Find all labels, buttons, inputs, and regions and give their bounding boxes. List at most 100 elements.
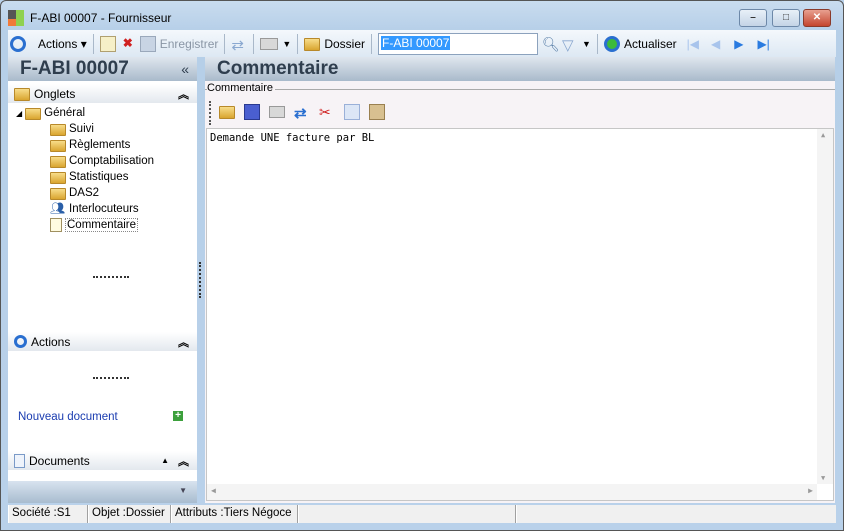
collapse-icon[interactable]: ︽ (178, 86, 189, 102)
record-title: F-ABI 00007 (20, 58, 129, 79)
print-icon[interactable] (269, 106, 285, 118)
up-icon[interactable]: ▲ (161, 456, 169, 465)
tree-label: Suivi (69, 123, 94, 135)
tree-label: Général (44, 107, 86, 119)
actions-header[interactable]: Actions ︽ (8, 332, 197, 351)
status-empty (298, 505, 516, 523)
record-header: F-ABI 00007 « (8, 57, 197, 81)
note-icon (50, 218, 62, 232)
tree-item-reglements[interactable]: Règlements (50, 137, 130, 153)
splitter-handle[interactable] (93, 377, 129, 380)
group-border (205, 89, 835, 90)
refresh-icon (603, 35, 620, 52)
filter-dropdown-icon[interactable]: ▼ (582, 39, 591, 49)
close-button[interactable]: ✕ (803, 9, 831, 27)
app-logo-icon (8, 10, 24, 26)
next-record-icon[interactable]: ▶ (734, 37, 743, 51)
tree-label: Commentaire (65, 218, 139, 232)
dropdown-icon[interactable]: ▼ (179, 486, 187, 495)
toolbar: Actions ▾ ✖ Enregistrer ⇄ ▼ Dossier F-AB… (8, 30, 836, 57)
separator (253, 33, 255, 54)
vertical-scrollbar[interactable]: ▼ ▲ (817, 129, 833, 484)
actions-label: Actions (38, 36, 78, 51)
last-record-icon[interactable]: ▶| (757, 37, 769, 51)
document-icon (14, 453, 25, 468)
search-input[interactable]: F-ABI 00007 (378, 32, 539, 55)
copy-icon[interactable] (344, 104, 360, 120)
left-panel: F-ABI 00007 « Onglets ︽ ◢ Général Suivi Règ… (8, 57, 197, 503)
folder-icon (50, 124, 66, 136)
tree-label: Interlocuteurs (69, 203, 139, 215)
print-dropdown-icon[interactable]: ▼ (282, 39, 291, 49)
tree-label: Règlements (69, 139, 131, 151)
vertical-splitter[interactable] (199, 262, 201, 298)
save-icon[interactable] (244, 104, 260, 120)
folder-icon (304, 38, 321, 51)
onglets-header[interactable]: Onglets ︽ (8, 84, 197, 103)
comment-textarea[interactable]: Demande UNE facture par BL ▼ ▲ ◀ ▶ (206, 128, 834, 501)
new-icon[interactable] (99, 35, 116, 52)
print-icon[interactable] (260, 37, 279, 50)
add-document-icon[interactable]: + (173, 411, 183, 421)
section-title: Commentaire (217, 58, 339, 79)
save-button[interactable]: Enregistrer (160, 37, 219, 51)
sync-icon[interactable]: ⇄ (294, 104, 310, 122)
search-icon[interactable]: 🔍︎ (542, 36, 560, 52)
comment-toolbar: ⇄ ✂ (219, 104, 385, 122)
horizontal-scrollbar[interactable]: ◀ ▶ (207, 484, 817, 500)
folder-icon (14, 88, 30, 101)
delete-icon[interactable]: ✖ (120, 36, 136, 52)
maximize-button[interactable]: □ (772, 9, 800, 27)
open-icon[interactable] (219, 106, 235, 119)
tree-item-statistiques[interactable]: Statistiques (50, 169, 128, 185)
sync-icon[interactable]: ⇄ (231, 36, 247, 54)
tree-item-general[interactable]: ◢ Général (16, 105, 85, 121)
splitter-handle[interactable] (93, 276, 129, 279)
collapse-panel-button[interactable]: « (181, 57, 189, 81)
folder-icon (50, 156, 66, 168)
folder-icon (50, 140, 66, 152)
group-label: Commentaire (207, 82, 276, 94)
refresh-button[interactable]: Actualiser (624, 37, 677, 51)
comment-text: Demande UNE facture par BL (210, 132, 375, 144)
previous-record-icon[interactable]: ◀ (711, 37, 720, 51)
new-document-link[interactable]: Nouveau document (18, 411, 118, 423)
collapse-icon[interactable]: ︽ (178, 334, 189, 350)
status-attributs: Attributs :Tiers Négoce (171, 505, 298, 523)
folder-icon (50, 172, 66, 184)
separator (92, 33, 94, 54)
actions-target-icon (10, 35, 26, 52)
actions-icon (14, 335, 27, 348)
title-bar: F-ABI 00007 - Fournisseur (8, 6, 828, 30)
documents-header[interactable]: Documents ▲ ︽ (8, 451, 197, 470)
tree-item-commentaire[interactable]: Commentaire (50, 217, 139, 233)
expand-icon[interactable]: ◢ (16, 109, 22, 118)
collapse-icon[interactable]: ︽ (178, 453, 189, 469)
paste-icon[interactable] (369, 104, 385, 120)
folder-icon (50, 188, 66, 200)
tree-item-suivi[interactable]: Suivi (50, 121, 94, 137)
documents-label: Documents (29, 453, 90, 468)
status-bar: Société :S1 Objet :Dossier Attributs :Ti… (8, 505, 836, 523)
tree-item-das2[interactable]: DAS2 (50, 185, 99, 201)
minimize-button[interactable]: – (739, 9, 767, 27)
toolbar-grip (209, 101, 211, 125)
tree-item-comptabilisation[interactable]: Comptabilisation (50, 153, 154, 169)
window-title: F-ABI 00007 - Fournisseur (30, 11, 172, 25)
status-empty (516, 505, 836, 523)
panel-footer: ▼ (8, 481, 197, 503)
separator (297, 33, 299, 54)
onglets-label: Onglets (34, 86, 76, 101)
status-objet: Objet :Dossier (88, 505, 171, 523)
search-value: F-ABI 00007 (381, 35, 451, 50)
separator (371, 33, 373, 54)
actions-menu[interactable]: Actions ▾ (38, 37, 87, 51)
actions-section-label: Actions (31, 334, 71, 349)
cut-icon[interactable]: ✂ (319, 104, 335, 120)
tree-label: Statistiques (69, 171, 129, 183)
tree-item-interlocuteurs[interactable]: 👥︎ Interlocuteurs (50, 201, 139, 217)
filter-icon[interactable]: ▽ (562, 36, 578, 54)
first-record-icon[interactable]: |◀ (687, 37, 699, 51)
dossier-button[interactable]: Dossier (324, 37, 365, 51)
tree-label: DAS2 (69, 187, 100, 199)
